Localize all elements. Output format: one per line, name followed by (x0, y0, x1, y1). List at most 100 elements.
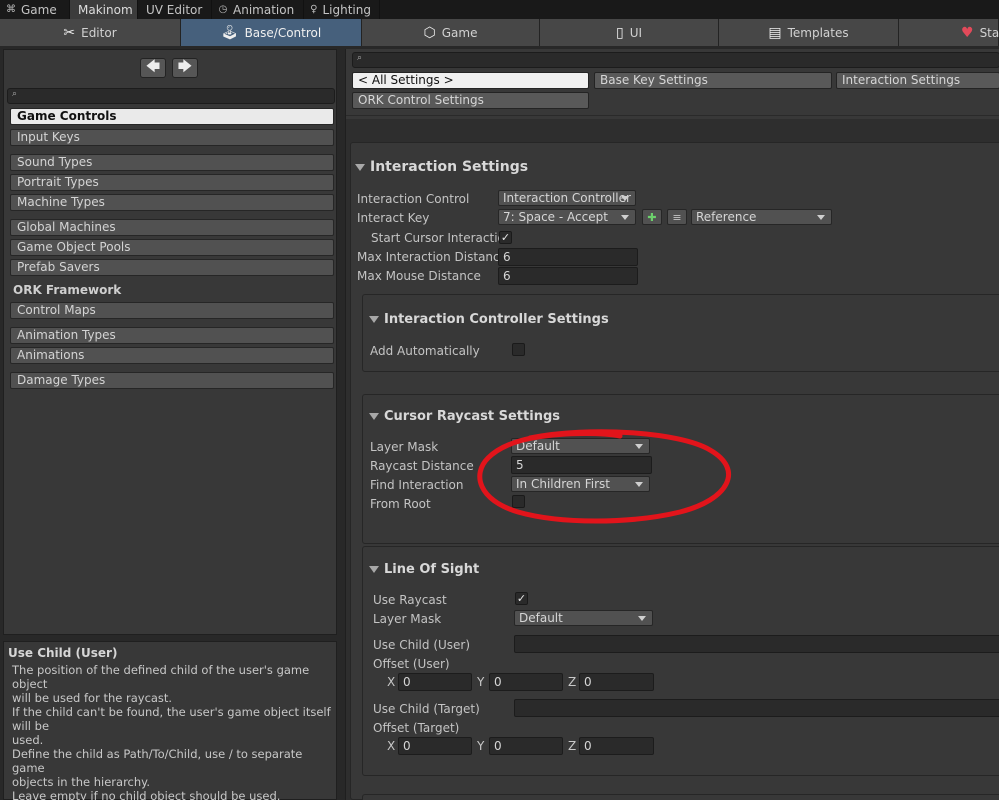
list-item-global-machines[interactable]: Global Machines (10, 219, 334, 236)
los-layer-mask-dropdown[interactable]: Default (514, 610, 653, 626)
list-item-sound-types[interactable]: Sound Types (10, 154, 334, 171)
list-item-damage-types[interactable]: Damage Types (10, 372, 334, 389)
interact-key-label: Interact Key (357, 211, 430, 225)
list-item-control-maps[interactable]: Control Maps (10, 302, 334, 319)
toolbar-base-control-button[interactable]: 🕹 Base/Control (181, 19, 362, 46)
cursor-raycast-title[interactable]: Cursor Raycast Settings (369, 409, 560, 424)
list-item-animation-types[interactable]: Animation Types (10, 327, 334, 344)
offset-user-z-label: Z (568, 675, 577, 689)
interaction-control-dropdown[interactable]: Interaction Controller (498, 190, 636, 206)
list-item-game-object-pools[interactable]: Game Object Pools (10, 239, 334, 256)
toolbar-game-button[interactable]: ⬡ Game (362, 19, 540, 46)
start-cursor-interaction-checkbox[interactable]: ✓ (499, 231, 512, 244)
offset-target-z-label: Z (568, 739, 577, 753)
interact-key-dropdown[interactable]: 7: Space - Accept (498, 209, 636, 225)
help-panel: Use Child (User) The position of the def… (3, 641, 337, 800)
find-interaction-dropdown[interactable]: In Children First (511, 476, 650, 492)
list-item-prefab-savers[interactable]: Prefab Savers (10, 259, 334, 276)
offset-user-y-label: Y (477, 675, 485, 689)
settings-search-input[interactable]: ⌕ (352, 52, 999, 68)
list-item-game-controls[interactable]: Game Controls (10, 108, 334, 125)
add-key-button[interactable]: ✚ (642, 209, 662, 225)
offset-target-y-field[interactable]: 0 (489, 737, 563, 755)
tab-lighting-label: Lighting (322, 2, 371, 17)
tab-uv-editor-label: UV Editor (146, 2, 203, 17)
use-child-target-field[interactable] (514, 699, 999, 717)
use-child-user-field[interactable] (514, 635, 999, 653)
section-toolbar: ✂ Editor 🕹 Base/Control ⬡ Game ▯ UI ▤ Te… (0, 19, 999, 46)
add-automatically-checkbox[interactable] (512, 343, 525, 356)
controller-settings-title[interactable]: Interaction Controller Settings (369, 312, 609, 327)
settings-list-panel: 🡄 🡆 ⌕ Game Controls Input Keys Sound Typ… (3, 49, 337, 635)
interaction-settings-button[interactable]: Interaction Settings (836, 72, 999, 89)
interaction-settings-title[interactable]: Interaction Settings (355, 159, 528, 175)
find-interaction-label: Find Interaction (370, 478, 464, 492)
collapse-triangle-icon (369, 566, 379, 573)
start-cursor-interaction-label: Start Cursor Interaction (371, 231, 513, 245)
collapse-triangle-icon (369, 413, 379, 420)
toolbar-templates-button[interactable]: ▤ Templates (719, 19, 899, 46)
next-section (362, 794, 999, 800)
tab-makinom[interactable]: Makinom (70, 0, 138, 19)
bulb-icon: ♀ (310, 4, 318, 15)
key-list-button[interactable]: ≡ (667, 209, 687, 225)
raycast-distance-field[interactable]: 5 (511, 456, 652, 474)
tab-animation[interactable]: ◷ Animation (212, 0, 304, 19)
dice-icon: ⬡ (423, 24, 436, 41)
ork-control-settings-button[interactable]: ORK Control Settings (352, 92, 589, 109)
collapse-triangle-icon (369, 316, 379, 323)
tools-icon: ✂ (63, 24, 76, 41)
list-item-input-keys[interactable]: Input Keys (10, 129, 334, 146)
max-mouse-distance-label: Max Mouse Distance (357, 269, 481, 283)
tab-game-label: Game (21, 2, 57, 17)
forward-arrow-icon[interactable]: 🡆 (172, 58, 198, 78)
toolbar-editor-button[interactable]: ✂ Editor (0, 19, 181, 46)
list-item-machine-types[interactable]: Machine Types (10, 194, 334, 211)
help-line: Leave empty if no child object should be… (12, 789, 281, 800)
section-header-ork-framework: ORK Framework (13, 283, 122, 297)
line-of-sight-title[interactable]: Line Of Sight (369, 562, 479, 577)
list-search-input[interactable]: ⌕ (7, 88, 335, 104)
offset-target-z-field[interactable]: 0 (579, 737, 654, 755)
back-arrow-icon[interactable]: 🡄 (140, 58, 166, 78)
use-raycast-checkbox[interactable]: ✓ (515, 592, 528, 605)
layer-mask-dropdown[interactable]: Default (511, 438, 650, 454)
help-line: will be used for the raycast. (12, 691, 173, 705)
window-tab-strip: ⌘ Game Makinom UV Editor ◷ Animation ♀ L… (0, 0, 999, 19)
controller-settings-title-text: Interaction Controller Settings (384, 312, 609, 327)
use-child-user-label: Use Child (User) (373, 638, 471, 652)
gamepad-icon: ⌘ (6, 4, 16, 15)
toolbar-base-control-label: Base/Control (244, 25, 322, 40)
toolbar-ui-button[interactable]: ▯ UI (540, 19, 719, 46)
list-item-animations[interactable]: Animations (10, 347, 334, 364)
tab-uv-editor[interactable]: UV Editor (138, 0, 212, 19)
layer-mask-label: Layer Mask (370, 440, 439, 454)
heart-icon: ♥ (961, 24, 974, 41)
base-key-settings-button[interactable]: Base Key Settings (594, 72, 832, 89)
add-automatically-label: Add Automatically (370, 344, 480, 358)
toolbar-templates-label: Templates (787, 25, 849, 40)
offset-user-y-field[interactable]: 0 (489, 673, 563, 691)
offset-user-z-field[interactable]: 0 (579, 673, 654, 691)
max-interaction-distance-field[interactable]: 6 (498, 248, 638, 266)
toolbar-status-button[interactable]: ♥ Sta (899, 19, 999, 46)
tab-makinom-label: Makinom (78, 2, 133, 17)
from-root-checkbox[interactable] (512, 495, 525, 508)
help-line: The position of the defined child of the… (12, 663, 310, 691)
divider (346, 115, 999, 116)
list-item-portrait-types[interactable]: Portrait Types (10, 174, 334, 191)
offset-user-x-field[interactable]: 0 (398, 673, 472, 691)
use-raycast-label: Use Raycast (373, 593, 447, 607)
tab-lighting[interactable]: ♀ Lighting (304, 0, 380, 19)
interact-key-mode-dropdown[interactable]: Reference (691, 209, 832, 225)
offset-target-label: Offset (Target) (373, 721, 460, 735)
all-settings-button[interactable]: < All Settings > (352, 72, 589, 89)
max-mouse-distance-field[interactable]: 6 (498, 267, 638, 285)
offset-user-label: Offset (User) (373, 657, 450, 671)
tab-game[interactable]: ⌘ Game (0, 0, 70, 19)
tab-animation-label: Animation (233, 2, 295, 17)
plus-icon: ✚ (647, 210, 657, 224)
toolbar-game-label: Game (441, 25, 478, 40)
offset-target-x-field[interactable]: 0 (398, 737, 472, 755)
document-icon: ▤ (768, 24, 782, 41)
